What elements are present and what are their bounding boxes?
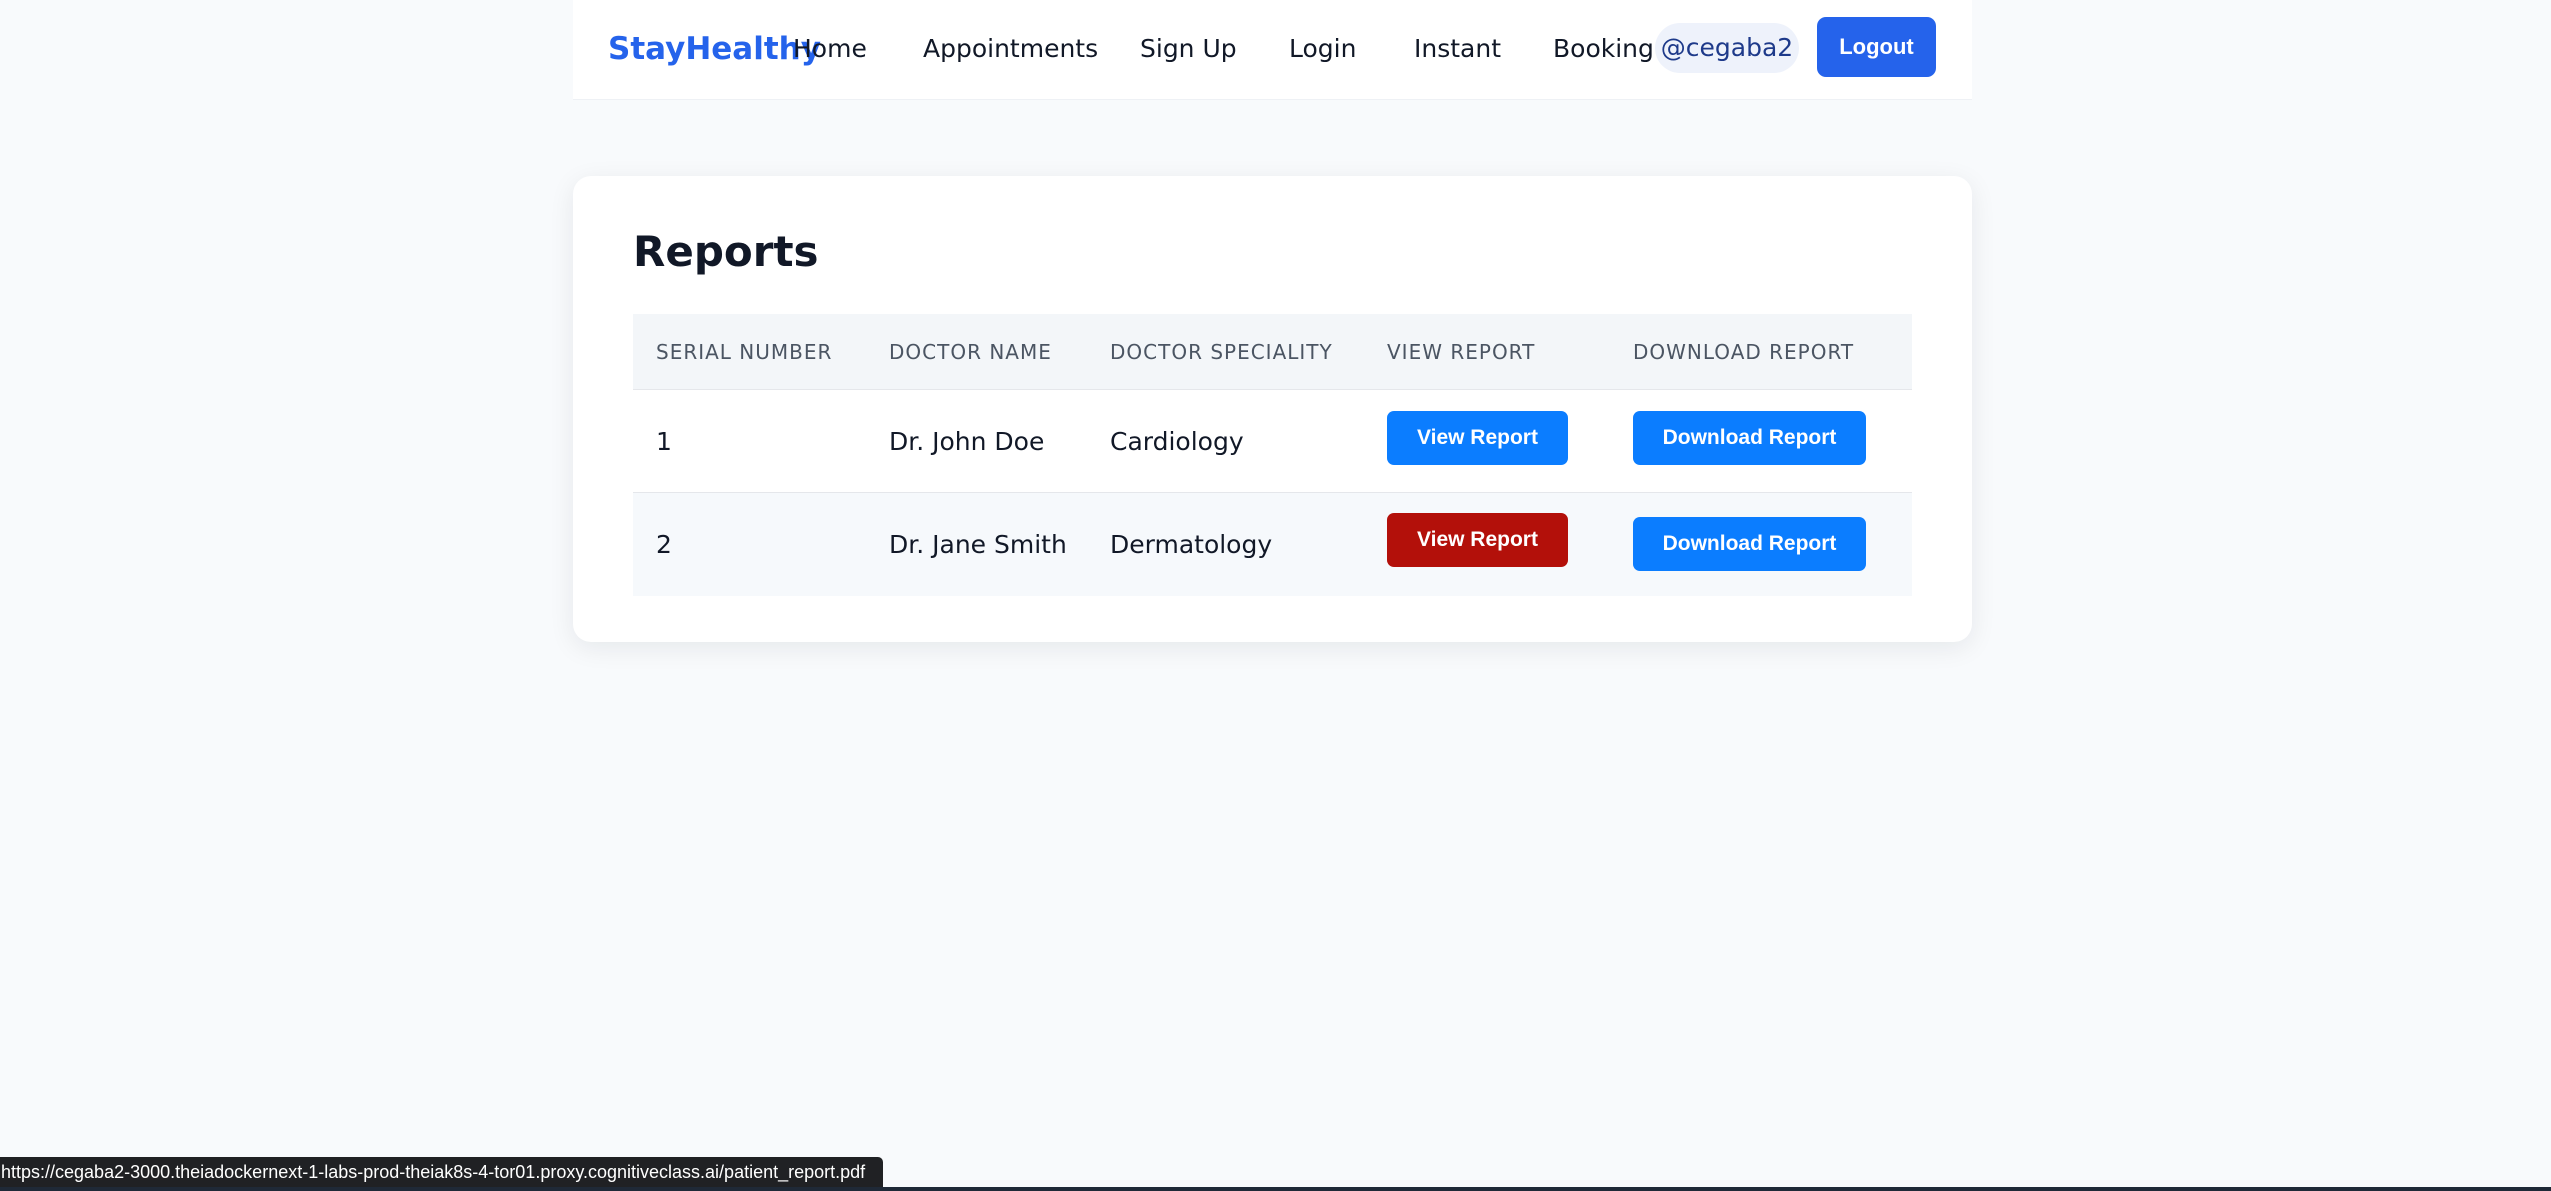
navbar: StayHealthy Home Appointments Sign Up Lo… (573, 0, 1972, 100)
column-header-view-report: VIEW REPORT (1387, 340, 1536, 364)
download-report-button[interactable]: Download Report (1633, 411, 1866, 465)
column-header-doctor-name: DOCTOR NAME (889, 340, 1052, 364)
doctor-name-cell: Dr. John Doe (889, 427, 1045, 456)
table-header: SERIAL NUMBER DOCTOR NAME DOCTOR SPECIAL… (633, 314, 1912, 390)
table-row: 1 Dr. John Doe Cardiology View Report Do… (633, 390, 1912, 493)
serial-number-cell: 2 (656, 530, 672, 559)
view-report-button[interactable]: View Report (1387, 411, 1568, 465)
link-preview-status-bar: https://cegaba2-3000.theiadockernext-1-l… (0, 1157, 883, 1187)
view-report-button[interactable]: View Report (1387, 513, 1568, 567)
nav-link-sign-up[interactable]: Sign Up (1140, 31, 1237, 67)
nav-link-home[interactable]: Home (793, 31, 867, 67)
column-header-serial-number: SERIAL NUMBER (656, 340, 833, 364)
reports-table: SERIAL NUMBER DOCTOR NAME DOCTOR SPECIAL… (633, 314, 1912, 596)
brand-logo[interactable]: StayHealthy (608, 29, 821, 69)
column-header-doctor-speciality: DOCTOR SPECIALITY (1110, 340, 1333, 364)
user-badge: @cegaba2 (1655, 23, 1799, 73)
doctor-speciality-cell: Dermatology (1110, 530, 1273, 559)
reports-card: Reports SERIAL NUMBER DOCTOR NAME DOCTOR… (573, 176, 1972, 642)
page-title: Reports (633, 227, 819, 276)
window-bottom-border (0, 1187, 2551, 1191)
nav-link-booking[interactable]: Booking (1553, 31, 1654, 67)
logout-button[interactable]: Logout (1817, 17, 1936, 77)
serial-number-cell: 1 (656, 427, 672, 456)
nav-link-instant[interactable]: Instant (1414, 31, 1501, 67)
download-report-button[interactable]: Download Report (1633, 517, 1866, 571)
column-header-download-report: DOWNLOAD REPORT (1633, 340, 1855, 364)
nav-link-login[interactable]: Login (1289, 31, 1356, 67)
table-row: 2 Dr. Jane Smith Dermatology View Report… (633, 493, 1912, 596)
nav-link-appointments[interactable]: Appointments (923, 31, 1098, 67)
doctor-speciality-cell: Cardiology (1110, 427, 1244, 456)
doctor-name-cell: Dr. Jane Smith (889, 530, 1067, 559)
